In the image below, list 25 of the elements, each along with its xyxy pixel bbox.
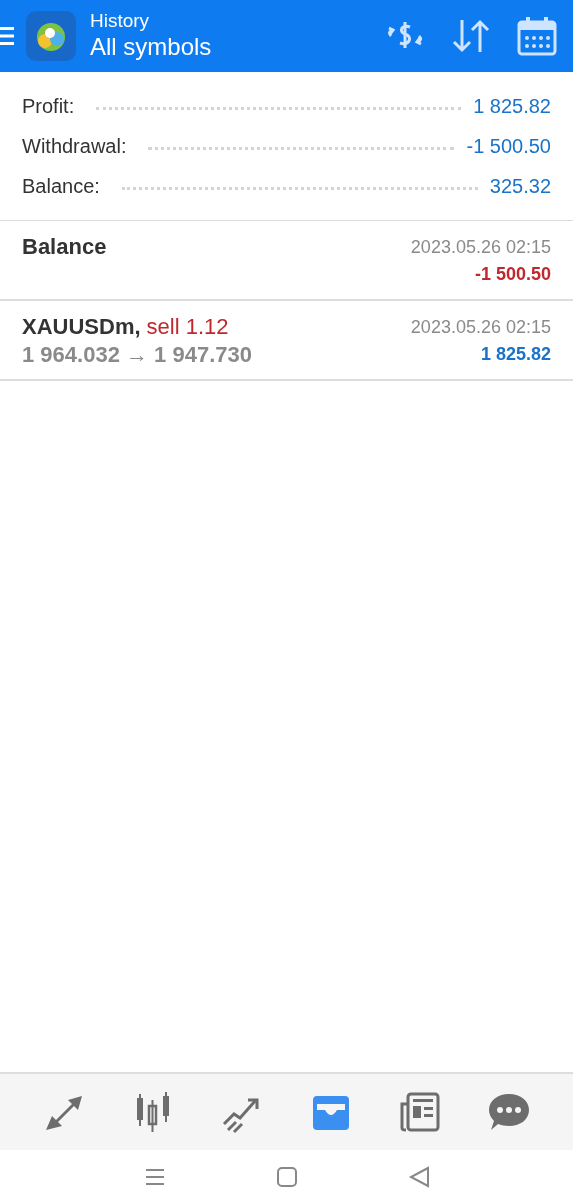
deal-time: 2023.05.26 02:15 [410,236,551,259]
trade-action: sell 1.12 [146,313,229,341]
system-nav-button[interactable] [407,1166,430,1188]
deal-time: 2023.05.26 02:15 [410,316,551,339]
home-button-icon [275,1166,298,1188]
deal-amount: 1 825.82 [480,343,551,366]
summary-value: -1 500.50 [466,134,551,158]
deal-amount: -1 500.50 [474,263,551,286]
deal-type: Balance [22,233,107,261]
summary-value: 1 825.82 [473,94,551,118]
menu-icon[interactable] [0,25,16,47]
app-logo-icon [26,11,76,61]
symbol-filter[interactable]: All symbols [90,32,383,62]
summary-label: Withdrawal: [22,134,127,158]
system-nav-button[interactable] [143,1166,166,1188]
summary-value: 325.32 [489,174,551,198]
summary-label: Balance: [22,174,100,198]
back-icon [407,1166,430,1188]
summary-label: Profit: [22,94,75,118]
symbol-name: XAUUSDm, [22,313,141,341]
system-nav-button[interactable] [275,1166,298,1188]
calendar-icon[interactable] [515,14,559,58]
screen-title: History [90,10,151,32]
menu-icon [143,1166,166,1188]
price-range: 1 964.032 → 1 947.730 [22,341,252,369]
